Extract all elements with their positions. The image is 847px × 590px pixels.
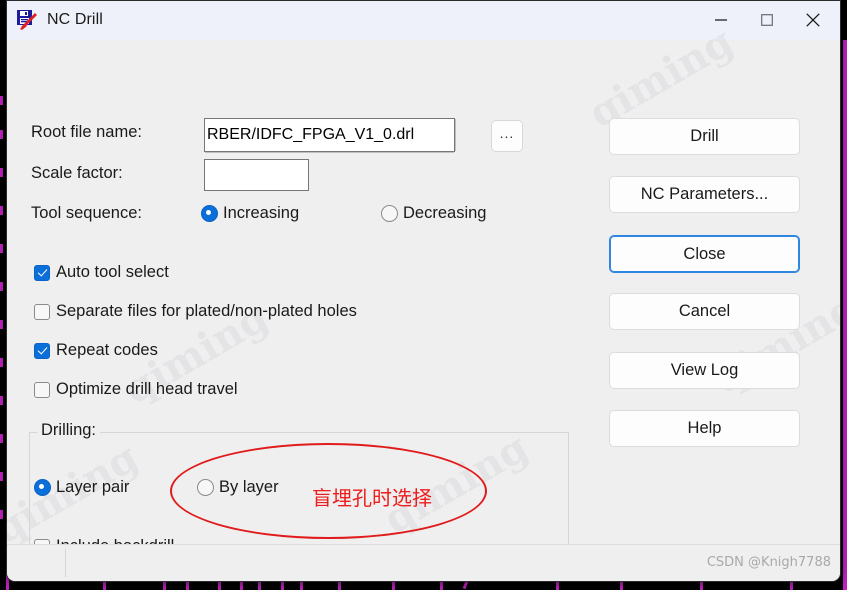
csdn-watermark: CSDN @Knigh7788 xyxy=(706,555,831,570)
radio-drilling-by-layer[interactable]: By layer xyxy=(197,478,279,497)
status-bar: CSDN @Knigh7788 xyxy=(7,544,840,581)
scale-factor-label: Scale factor: xyxy=(31,164,123,182)
pcb-trace xyxy=(0,282,3,291)
checkbox-label: Optimize drill head travel xyxy=(56,380,238,398)
pcb-trace xyxy=(0,244,3,253)
minimize-icon xyxy=(715,19,727,21)
browse-button[interactable]: ... xyxy=(491,120,523,152)
minimize-button[interactable] xyxy=(698,1,744,39)
radio-drilling-layer-pair[interactable]: Layer pair xyxy=(34,478,129,497)
checkbox-checked-icon xyxy=(34,342,50,359)
window-controls xyxy=(698,1,840,39)
checkbox-optimize-drill-head-travel[interactable]: Optimize drill head travel xyxy=(34,380,238,399)
checkbox-label: Separate files for plated/non-plated hol… xyxy=(56,302,357,320)
pcb-trace xyxy=(0,358,3,367)
nc-drill-dialog: NC Drill qiming qiming qiming qiming qim… xyxy=(6,0,841,582)
tool-sequence-label: Tool sequence: xyxy=(31,204,142,222)
root-file-name-label: Root file name: xyxy=(31,123,142,141)
checkbox-label: Repeat codes xyxy=(56,341,158,359)
pcb-trace xyxy=(0,472,3,481)
checkbox-repeat-codes[interactable]: Repeat codes xyxy=(34,341,158,360)
radio-label: Increasing xyxy=(223,204,300,222)
pcb-trace xyxy=(0,168,3,177)
annotation-text: 盲埋孔时选择 xyxy=(312,486,432,510)
dialog-body: qiming qiming qiming qiming qiming Root … xyxy=(7,18,840,572)
maximize-button[interactable] xyxy=(744,1,790,39)
view-log-button[interactable]: View Log xyxy=(609,352,800,389)
drilling-group-legend: Drilling: xyxy=(37,421,101,440)
radio-selected-icon xyxy=(201,205,218,222)
close-dialog-button[interactable]: Close xyxy=(609,235,800,273)
pcb-trace xyxy=(0,206,3,215)
pcb-trace xyxy=(0,130,3,139)
checkbox-unchecked-icon xyxy=(34,381,50,398)
checkbox-unchecked-icon xyxy=(34,303,50,320)
checkbox-checked-icon xyxy=(34,264,50,281)
scale-factor-input[interactable] xyxy=(204,159,309,191)
radio-label: Decreasing xyxy=(403,204,487,222)
drill-button[interactable]: Drill xyxy=(609,118,800,155)
pcb-trace xyxy=(0,320,3,329)
pcb-trace xyxy=(843,40,847,590)
close-button[interactable] xyxy=(790,1,836,39)
cancel-button[interactable]: Cancel xyxy=(609,293,800,330)
status-bar-divider xyxy=(65,549,66,577)
help-button[interactable]: Help xyxy=(609,410,800,447)
radio-unselected-icon xyxy=(197,479,214,496)
checkbox-auto-tool-select[interactable]: Auto tool select xyxy=(34,263,169,282)
nc-drill-app-icon xyxy=(16,9,38,31)
radio-tool-sequence-increasing[interactable]: Increasing xyxy=(201,204,299,223)
radio-selected-icon xyxy=(34,479,51,496)
maximize-icon xyxy=(761,14,773,26)
radio-tool-sequence-decreasing[interactable]: Decreasing xyxy=(381,204,486,223)
nc-parameters-button[interactable]: NC Parameters... xyxy=(609,176,800,213)
window-title: NC Drill xyxy=(47,11,103,28)
radio-label: By layer xyxy=(219,478,279,496)
checkbox-separate-files[interactable]: Separate files for plated/non-plated hol… xyxy=(34,302,357,321)
checkbox-label: Auto tool select xyxy=(56,263,169,281)
pcb-trace xyxy=(0,96,3,105)
title-bar[interactable]: NC Drill xyxy=(7,1,840,40)
pcb-trace xyxy=(0,510,3,519)
radio-label: Layer pair xyxy=(56,478,130,496)
radio-unselected-icon xyxy=(381,205,398,222)
root-file-name-input[interactable] xyxy=(204,118,455,152)
pcb-trace xyxy=(0,396,3,405)
close-icon xyxy=(806,13,820,27)
pcb-trace xyxy=(0,434,3,443)
